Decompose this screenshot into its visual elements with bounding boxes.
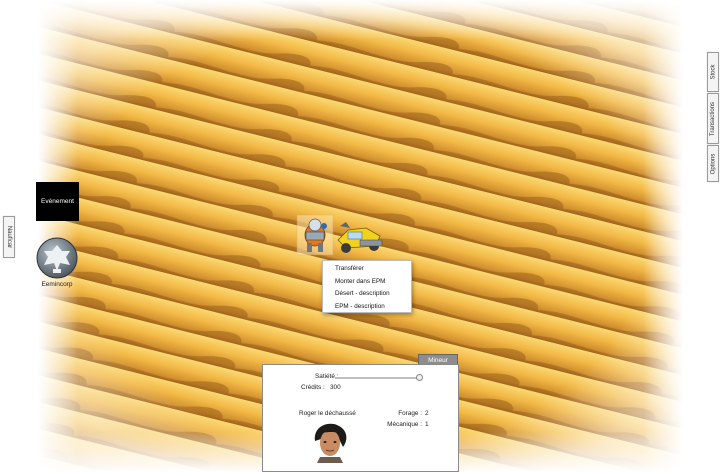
menu-item-board-epm[interactable]: Monter dans EPM (335, 277, 411, 290)
tab-stock-label: Stock (710, 64, 717, 80)
epm-vehicle-icon (337, 222, 383, 253)
skill-label: Mécanique : (387, 421, 422, 428)
skill-value: 1 (425, 421, 429, 428)
game-stage: Stock Transactions Options Nauficar Evén… (0, 0, 720, 472)
tab-transactions-label: Transactions (710, 101, 716, 136)
corp-logo-icon[interactable] (36, 237, 78, 279)
tab-transactions[interactable]: Transactions (707, 93, 719, 144)
credits-value: 300 (330, 384, 341, 391)
tab-options-label: Options (710, 153, 716, 174)
tab-left-label: Nauficar (6, 225, 12, 249)
menu-item-transfer[interactable]: Transférer (335, 264, 411, 277)
unit-group[interactable] (296, 212, 386, 263)
menu-item-desert-description[interactable]: Désert - description (335, 289, 411, 302)
panel-tab-label: Mineur (428, 356, 448, 364)
character-portrait (309, 421, 351, 463)
context-menu: Transférer Monter dans EPM Désert - desc… (322, 260, 412, 313)
miner-unit-icon (296, 214, 334, 256)
corp-name: Eemincorp (41, 281, 73, 288)
tab-left[interactable]: Nauficar (3, 216, 15, 258)
credits-label: Crédits : (301, 384, 325, 391)
character-name: Roger le déchaussé (299, 410, 356, 417)
event-button[interactable]: Evénement (36, 182, 79, 221)
tab-options[interactable]: Options (707, 145, 719, 182)
skill-value: 2 (425, 410, 429, 417)
event-label: Evénement (41, 198, 74, 205)
skill-label: Forage : (398, 410, 422, 417)
satiety-knob (415, 374, 423, 381)
menu-item-epm-description[interactable]: EPM - description (335, 302, 411, 315)
tab-stock[interactable]: Stock (707, 52, 719, 92)
satiety-bar (335, 377, 419, 379)
character-panel: Satiété : Crédits : 300 Roger le déchaus… (262, 364, 459, 472)
